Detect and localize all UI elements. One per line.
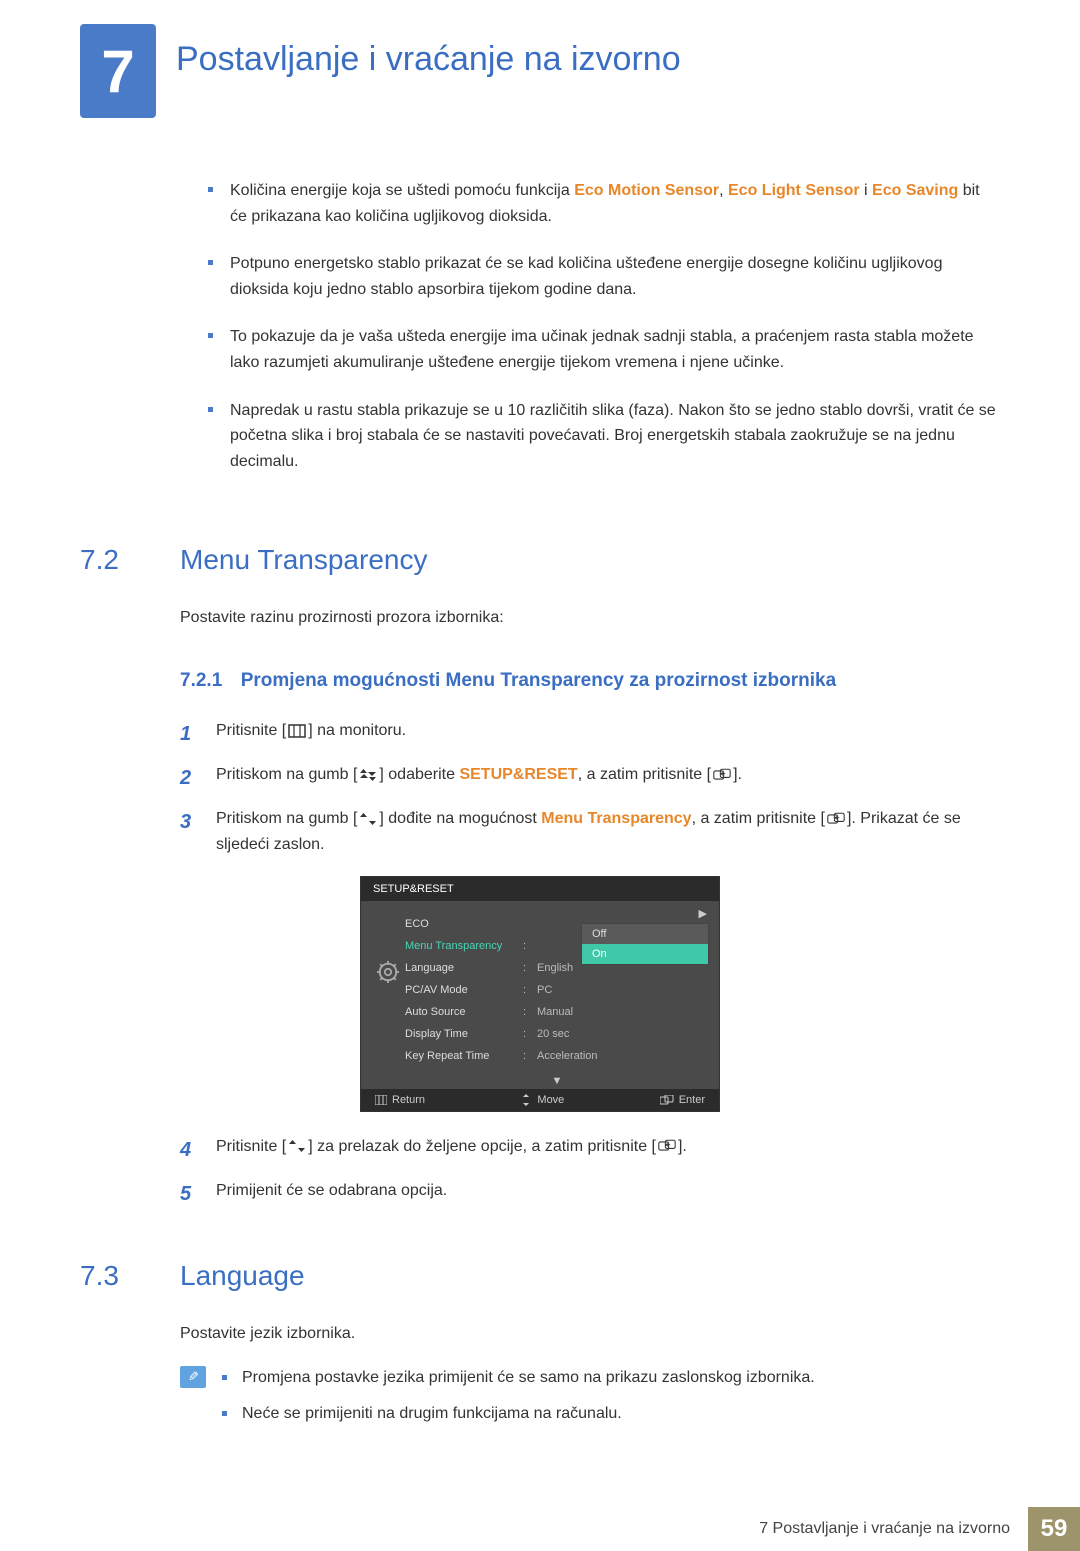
bullet-item: Napredak u rastu stabla prikazuje se u 1… [208,398,1000,475]
osd-value: PC [537,984,709,996]
step-item: 2 Pritiskom na gumb [ ] odaberite SETUP&R… [180,762,1000,794]
step-number: 1 [180,718,198,750]
bullet-item: To pokazuje da je vaša ušteda energije i… [208,324,1000,375]
osd-row: Key Repeat Time:Acceleration [405,1045,709,1067]
osd-label: ECO [405,918,523,930]
text: Količina energije koja se uštedi pomoću … [230,182,574,199]
osd-footer-return: Return [375,1094,425,1106]
section-title: Language [180,1260,305,1292]
text: Pritiskom na gumb [ [216,810,357,827]
chapter-title: Postavljanje i vraćanje na izvorno [176,40,681,79]
osd-title: SETUP&RESET [361,877,719,901]
menu-icon [286,724,308,738]
osd-row: Auto Source:Manual [405,1001,709,1023]
osd-footer: Return Move Enter [361,1089,719,1111]
up-down-arrows-icon [357,812,379,826]
step-item: 3 Pritiskom na gumb [ ] dođite na mogućno… [180,806,1000,857]
subsection-title: Promjena mogućnosti Menu Transparency za… [241,670,836,691]
note-block: Promjena postavke jezika primijenit će s… [180,1366,1000,1438]
osd-row: Display Time:20 sec [405,1023,709,1045]
step-item: 1 Pritisnite [ ] na monitoru. [180,718,1000,750]
section-intro-text: Postavite razinu prozirnosti prozora izb… [180,606,1000,630]
section-title: Menu Transparency [180,544,427,576]
text: ] dođite na mogućnost [379,810,541,827]
highlight-eco-saving: Eco Saving [872,182,958,199]
up-down-arrows-icon [286,1139,308,1153]
osd-row: PC/AV Mode:PC [405,979,709,1001]
steps-list-continued: 4 Pritisnite [ ] za prelazak do željene o… [180,1134,1000,1210]
bullet-item: Potpuno energetsko stablo prikazat će se… [208,251,1000,302]
chapter-number-badge: 7 [80,24,156,118]
step-item: 5 Primijenit će se odabrana opcija. [180,1178,1000,1210]
section-number: 7.2 [80,544,152,576]
step-number: 2 [180,762,198,794]
osd-panel: SETUP&RESET ▶ ECO Menu Transparency: Lan… [360,876,720,1112]
text: Primijenit će se odabrana opcija. [216,1178,1000,1210]
steps-list: 1 Pritisnite [ ] na monitoru. 2 Pritiskom… [180,718,1000,857]
osd-label: Key Repeat Time [405,1050,523,1062]
text: ] odaberite [379,766,459,783]
section-7-2-heading: 7.2 Menu Transparency [80,544,1000,576]
text: i [860,182,872,199]
osd-value: 20 sec [537,1028,709,1040]
section-7-3-heading: 7.3 Language [80,1260,1000,1292]
step-number: 5 [180,1178,198,1210]
note-icon [180,1366,206,1388]
step-number: 3 [180,806,198,857]
gear-icon [377,961,399,983]
highlight-setup-reset: SETUP&RESET [459,766,577,783]
intro-bullet-list: Količina energije koja se uštedi pomoću … [208,178,1000,474]
subsection-number: 7.2.1 [180,670,222,691]
osd-label: Display Time [405,1028,523,1040]
page-footer: 7 Postavljanje i vraćanje na izvorno 59 [0,1507,1080,1551]
osd-footer-enter: Enter [660,1094,705,1106]
osd-popup: Off On [581,923,709,965]
text: ] na monitoru. [308,722,406,739]
highlight-eco-motion: Eco Motion Sensor [574,182,719,199]
section-intro-text: Postavite jezik izbornika. [180,1322,1000,1346]
enter-icon [656,1139,678,1153]
text: , [719,182,728,199]
text: Enter [679,1094,705,1106]
note-item: Promjena postavke jezika primijenit će s… [222,1366,1000,1390]
text: , a zatim pritisnite [ [692,810,825,827]
note-list: Promjena postavke jezika primijenit će s… [222,1366,1000,1438]
highlight-eco-light: Eco Light Sensor [728,182,860,199]
arrow-right-icon: ▶ [699,907,707,920]
footer-chapter-text: 7 Postavljanje i vraćanje na izvorno [741,1507,1028,1551]
note-item: Neće se primijeniti na drugim funkcijama… [222,1402,1000,1426]
enter-icon [711,768,733,782]
section-number: 7.3 [80,1260,152,1292]
text: Pritisnite [ [216,1138,286,1155]
text: Pritiskom na gumb [ [216,766,357,783]
osd-footer-move: Move [520,1094,564,1106]
text: ] za prelazak do željene opcije, a zatim… [308,1138,656,1155]
footer-page-number: 59 [1028,1507,1080,1551]
osd-value: Acceleration [537,1050,709,1062]
enter-icon [825,812,847,826]
chapter-header: 7 Postavljanje i vraćanje na izvorno [80,24,1000,118]
step-item: 4 Pritisnite [ ] za prelazak do željene o… [180,1134,1000,1166]
highlight-menu-transparency: Menu Transparency [541,810,691,827]
text: Return [392,1094,425,1106]
text: , a zatim pritisnite [ [578,766,711,783]
osd-label: PC/AV Mode [405,984,523,996]
arrow-down-icon: ▼ [395,1073,719,1089]
up-down-arrows-icon [357,768,379,782]
osd-label: Auto Source [405,1006,523,1018]
step-number: 4 [180,1134,198,1166]
text: Pritisnite [ [216,722,286,739]
osd-popup-option-off: Off [582,924,708,944]
osd-label: Language [405,962,523,974]
text: ]. [733,766,742,783]
osd-label: Menu Transparency [405,940,523,952]
bullet-item: Količina energije koja se uštedi pomoću … [208,178,1000,229]
osd-popup-option-on: On [582,944,708,964]
text: Move [537,1094,564,1106]
osd-value: Manual [537,1006,709,1018]
subsection-7-2-1-heading: 7.2.1 Promjena mogućnosti Menu Transpare… [180,670,1000,692]
text: ]. [678,1138,687,1155]
